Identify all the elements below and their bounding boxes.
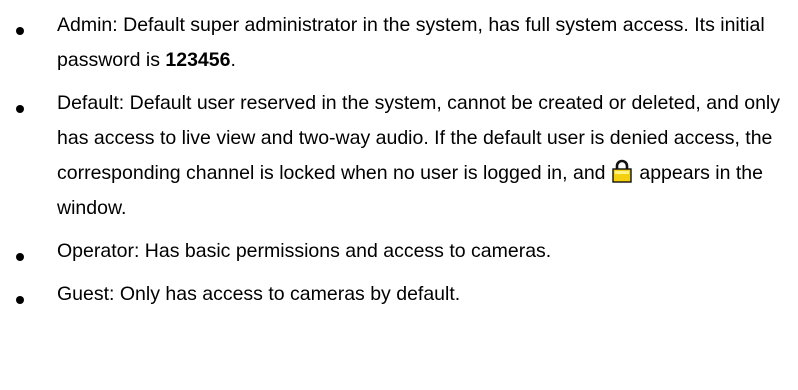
lock-icon — [611, 159, 633, 183]
guest-description: Guest: Only has access to cameras by def… — [57, 283, 461, 305]
default-password: 123456 — [165, 49, 231, 71]
operator-description: Operator: Has basic permissions and acce… — [57, 240, 552, 262]
bullet-icon — [16, 27, 24, 35]
list-item-default: Default: Default user reserved in the sy… — [0, 86, 798, 226]
admin-description: Admin: Default super administrator in th… — [57, 14, 765, 71]
admin-period: . — [230, 49, 236, 71]
list-item-admin: Admin: Default super administrator in th… — [0, 0, 798, 78]
bullet-icon — [16, 105, 24, 113]
user-type-list: Admin: Default super administrator in th… — [0, 0, 798, 312]
list-item-operator: Operator: Has basic permissions and acce… — [0, 234, 798, 269]
document-page: Admin: Default super administrator in th… — [0, 0, 798, 390]
list-item-guest: Guest: Only has access to cameras by def… — [0, 277, 798, 312]
bullet-icon — [16, 296, 24, 304]
bullet-icon — [16, 253, 24, 261]
